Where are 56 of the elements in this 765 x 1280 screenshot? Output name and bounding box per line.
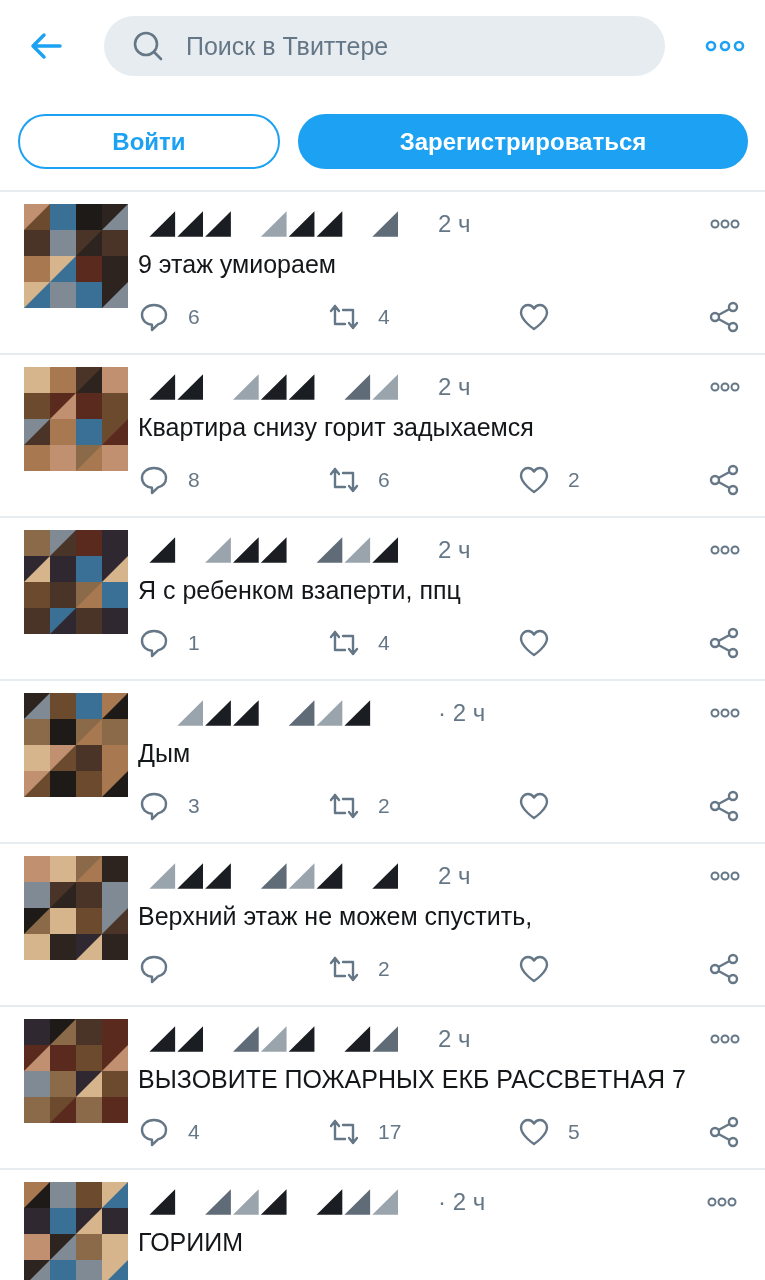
count: 1 xyxy=(188,631,200,655)
share-icon[interactable] xyxy=(708,464,740,496)
tweet-text: Я с ребенком взаперти, ппц xyxy=(138,576,462,605)
more-icon[interactable] xyxy=(710,219,740,229)
heart-icon[interactable] xyxy=(518,953,550,985)
share-icon[interactable] xyxy=(708,1116,740,1148)
count: 4 xyxy=(188,1120,200,1144)
tweet-text: Верхний этаж не можем спустить, xyxy=(138,902,534,931)
share-icon[interactable] xyxy=(708,953,740,985)
share-icon[interactable] xyxy=(708,301,740,333)
heart-icon[interactable] xyxy=(518,627,550,659)
more-icon[interactable] xyxy=(705,39,745,53)
count: 2 xyxy=(378,794,390,818)
reply-icon[interactable] xyxy=(138,790,170,822)
tweet-time: 2 ч xyxy=(438,373,472,401)
count: 2 xyxy=(378,957,390,981)
count: 4 xyxy=(378,631,390,655)
heart-icon[interactable] xyxy=(518,464,550,496)
tweet-time: · 2 ч xyxy=(438,699,487,727)
count: 8 xyxy=(188,468,200,492)
more-icon[interactable] xyxy=(707,1197,737,1207)
reply-icon[interactable] xyxy=(138,627,170,659)
count: 4 xyxy=(378,305,390,329)
heart-icon[interactable] xyxy=(518,790,550,822)
reply-icon[interactable] xyxy=(138,464,170,496)
tweet-text: ВЫЗОВИТЕ ПОЖАРНЫХ ЕКБ РАССВЕТНАЯ 7 xyxy=(138,1065,687,1094)
tweet-time: · 2 ч xyxy=(438,1188,487,1216)
reply-icon[interactable] xyxy=(138,1116,170,1148)
tweet-time: 2 ч xyxy=(438,862,472,890)
more-icon[interactable] xyxy=(710,1034,740,1044)
reply-icon[interactable] xyxy=(138,953,170,985)
tweet-text: Дым xyxy=(138,739,192,768)
tweet-text: ГОРИИМ xyxy=(138,1228,245,1257)
reply-icon[interactable] xyxy=(138,301,170,333)
tweet-text: 9 этаж умиораем xyxy=(138,250,337,279)
count: 6 xyxy=(188,305,200,329)
more-icon[interactable] xyxy=(710,871,740,881)
count: 2 xyxy=(568,468,580,492)
more-icon[interactable] xyxy=(710,382,740,392)
count: 5 xyxy=(568,1120,580,1144)
count: 6 xyxy=(378,468,390,492)
heart-icon[interactable] xyxy=(518,1116,550,1148)
count: 17 xyxy=(378,1120,402,1144)
more-icon[interactable] xyxy=(710,708,740,718)
tweet-time: 2 ч xyxy=(438,536,472,564)
signup-button[interactable]: Зарегистрироваться xyxy=(298,114,748,169)
heart-icon[interactable] xyxy=(518,301,550,333)
tweet-text: Квартира снизу горит задыхаемся xyxy=(138,413,535,442)
tweet-time: 2 ч xyxy=(438,1025,472,1053)
count: 3 xyxy=(188,794,200,818)
share-icon[interactable] xyxy=(708,790,740,822)
share-icon[interactable] xyxy=(708,627,740,659)
search-field[interactable]: Поиск в Твиттере xyxy=(104,16,665,76)
tweet-time: 2 ч xyxy=(438,210,472,238)
more-icon[interactable] xyxy=(710,545,740,555)
login-button[interactable]: Войти xyxy=(18,114,280,169)
